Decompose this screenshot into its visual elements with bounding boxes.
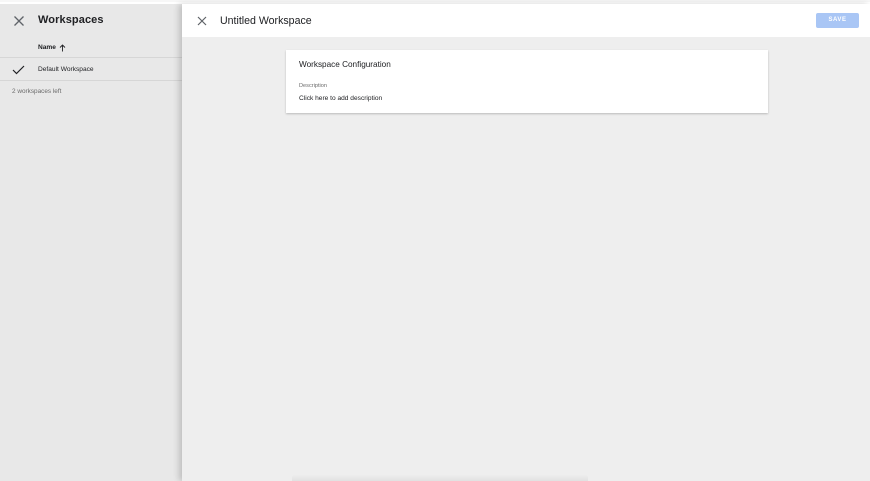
name-column-header[interactable]: Name (0, 40, 182, 58)
workspaces-title: Workspaces (38, 14, 104, 26)
check-icon (12, 65, 25, 75)
arrow-up-icon (59, 44, 66, 52)
workspace-editor-panel: Untitled Workspace SAVE Workspace Config… (182, 4, 870, 481)
workspace-row-default[interactable]: Default Workspace (0, 59, 182, 81)
workspaces-left-count: 2 workspaces left (12, 88, 62, 95)
workspace-configuration-card: Workspace Configuration Description Clic… (286, 50, 768, 113)
description-field[interactable]: Click here to add description (299, 95, 382, 102)
workspace-title[interactable]: Untitled Workspace (220, 15, 312, 27)
editor-header: Untitled Workspace SAVE (182, 4, 870, 37)
name-column-label: Name (38, 44, 56, 51)
workspaces-header: Workspaces (0, 4, 182, 38)
app-frame: Workspaces Name Default Workspace 2 work… (0, 0, 870, 481)
description-label: Description (299, 83, 327, 89)
save-button[interactable]: SAVE (816, 13, 859, 28)
bottom-edge-shadow (292, 474, 588, 481)
workspace-row-label: Default Workspace (38, 66, 94, 73)
workspaces-panel: Workspaces Name Default Workspace 2 work… (0, 4, 182, 481)
close-icon[interactable] (196, 15, 208, 27)
card-title: Workspace Configuration (299, 60, 391, 69)
close-icon[interactable] (12, 14, 26, 28)
